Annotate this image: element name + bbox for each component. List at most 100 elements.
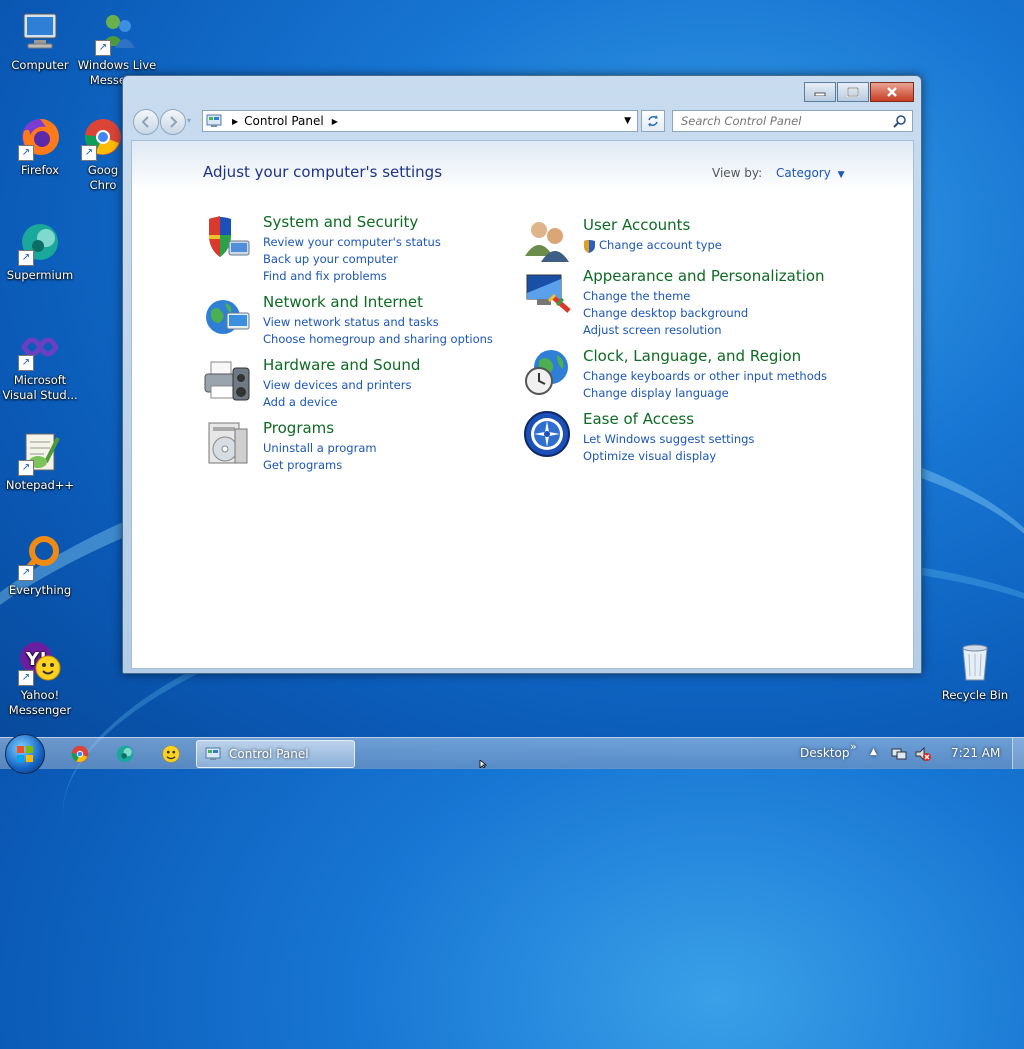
desktop-icon-label: Visual Stud... [2, 388, 78, 402]
desktop-icon-label: Computer [11, 58, 69, 72]
programs-disc-icon[interactable] [203, 419, 253, 469]
maximize-button[interactable] [837, 82, 869, 102]
category-links: View network status and tasks Choose hom… [263, 314, 493, 348]
desktop-icon-yahoo-messenger[interactable]: Y! ↗ Yahoo! Messenger [0, 638, 80, 718]
desktop-icon-label: Microsoft [13, 373, 67, 387]
forward-button[interactable] [160, 109, 186, 135]
close-button[interactable] [870, 82, 914, 102]
close-icon [887, 87, 897, 97]
link-devices-printers[interactable]: View devices and printers [263, 377, 411, 394]
yahoo-messenger-icon: Y! ↗ [16, 638, 64, 686]
everything-search-icon: ↗ [16, 533, 64, 581]
view-by-label: View by: [712, 166, 763, 180]
desktop-icon-notepad-plus-plus[interactable]: ↗ Notepad++ [0, 428, 80, 493]
taskbar-chrome-button[interactable] [69, 743, 91, 765]
link-optimize-display[interactable]: Optimize visual display [583, 448, 754, 465]
refresh-button[interactable] [641, 110, 665, 132]
desktop-icon-visual-studio[interactable]: ↗ Microsoft Visual Stud... [0, 323, 80, 403]
category-title[interactable]: Programs [263, 419, 334, 437]
restore-icon [847, 87, 859, 97]
link-desktop-background[interactable]: Change desktop background [583, 305, 748, 322]
shortcut-arrow-icon: ↗ [18, 145, 34, 161]
computer-icon [16, 8, 64, 56]
link-add-device[interactable]: Add a device [263, 394, 411, 411]
desktop-icon-label: Messenger [8, 703, 72, 717]
link-suggest-settings[interactable]: Let Windows suggest settings [583, 431, 754, 448]
link-backup[interactable]: Back up your computer [263, 251, 441, 268]
link-keyboards-input[interactable]: Change keyboards or other input methods [583, 368, 827, 385]
recent-pages-chevron-icon[interactable]: ▾ [187, 116, 191, 125]
desktop-icon-supermium[interactable]: ↗ Supermium [0, 218, 80, 283]
ease-of-access-icon[interactable] [523, 410, 573, 460]
toolbar-expand-chevron-icon[interactable]: » [850, 740, 857, 753]
category-title[interactable]: Ease of Access [583, 410, 694, 428]
category-title[interactable]: Clock, Language, and Region [583, 347, 801, 365]
link-screen-resolution[interactable]: Adjust screen resolution [583, 322, 748, 339]
link-display-language[interactable]: Change display language [583, 385, 827, 402]
category-title[interactable]: Network and Internet [263, 293, 423, 311]
show-desktop-button[interactable] [1012, 738, 1024, 769]
navigation-bar: ▾ ▶ Control Panel ▶ ▼ [131, 107, 913, 135]
search-box[interactable] [672, 110, 913, 132]
link-change-theme[interactable]: Change the theme [583, 288, 748, 305]
view-by: View by: Category ▼ [712, 166, 845, 180]
clock-globe-icon[interactable] [523, 347, 573, 397]
desktop-icon-label: Everything [8, 583, 72, 597]
supermium-icon: ↗ [16, 218, 64, 266]
taskbar: Control Panel Desktop » ▲ 7:21 AM [0, 734, 1024, 774]
link-network-status[interactable]: View network status and tasks [263, 314, 493, 331]
desktop-icon-everything[interactable]: ↗ Everything [0, 533, 80, 598]
category-title[interactable]: Hardware and Sound [263, 356, 420, 374]
start-button[interactable] [5, 734, 45, 774]
desktop-icon-label: Goog [87, 163, 119, 177]
category-title[interactable]: System and Security [263, 213, 418, 231]
control-panel-icon [205, 747, 221, 760]
breadcrumb-separator-icon[interactable]: ▶ [332, 117, 338, 126]
search-input[interactable] [679, 111, 888, 131]
recycle-bin-icon [951, 638, 999, 686]
desktop-icon-google-chrome[interactable]: ↗ Goog Chro [78, 113, 128, 193]
category-title[interactable]: User Accounts [583, 216, 690, 234]
link-review-status[interactable]: Review your computer's status [263, 234, 441, 251]
desktop-icon-label: Chro [89, 178, 117, 192]
back-button[interactable] [133, 109, 159, 135]
link-get-programs[interactable]: Get programs [263, 457, 377, 474]
chrome-icon [71, 745, 89, 763]
desktop-icon-computer[interactable]: Computer [0, 8, 80, 73]
network-globe-icon[interactable] [203, 293, 253, 343]
minimize-button[interactable] [804, 82, 836, 102]
taskbar-control-panel-button[interactable]: Control Panel [196, 740, 355, 768]
page-title: Adjust your computer's settings [203, 163, 443, 181]
volume-muted-icon[interactable] [915, 746, 931, 764]
address-bar[interactable]: ▶ Control Panel ▶ ▼ [202, 110, 638, 132]
users-icon[interactable] [523, 216, 573, 266]
visual-studio-icon: ↗ [16, 323, 64, 371]
link-homegroup-sharing[interactable]: Choose homegroup and sharing options [263, 331, 493, 348]
desktop-toolbar-label[interactable]: Desktop [800, 746, 850, 760]
personalization-icon[interactable] [523, 267, 573, 317]
desktop-icon-recycle-bin[interactable]: Recycle Bin [935, 638, 1015, 703]
view-by-dropdown[interactable]: Category [776, 166, 831, 180]
search-icon[interactable] [893, 114, 907, 128]
breadcrumb-control-panel[interactable]: Control Panel [244, 114, 324, 128]
shortcut-arrow-icon: ↗ [18, 250, 34, 266]
category-title[interactable]: Appearance and Personalization [583, 267, 825, 285]
shortcut-arrow-icon: ↗ [95, 40, 111, 56]
printer-icon[interactable] [203, 356, 253, 406]
link-find-fix-problems[interactable]: Find and fix problems [263, 268, 441, 285]
shield-icon[interactable] [203, 213, 253, 263]
uac-shield-icon [584, 239, 595, 253]
desktop-icon-firefox[interactable]: ↗ Firefox [0, 113, 80, 178]
category-links: Let Windows suggest settings Optimize vi… [583, 431, 754, 465]
show-hidden-icons-button[interactable]: ▲ [870, 747, 877, 757]
chevron-down-icon[interactable]: ▼ [838, 170, 845, 180]
network-icon[interactable] [891, 747, 907, 764]
firefox-icon: ↗ [16, 113, 64, 161]
address-dropdown-icon[interactable]: ▼ [624, 116, 631, 126]
taskbar-yahoo-messenger-button[interactable] [160, 743, 182, 765]
link-uninstall-program[interactable]: Uninstall a program [263, 440, 377, 457]
clock[interactable]: 7:21 AM [951, 746, 1000, 760]
link-change-account-type[interactable]: Change account type [583, 237, 722, 254]
breadcrumb-separator-icon[interactable]: ▶ [232, 117, 238, 126]
taskbar-supermium-button[interactable] [114, 743, 136, 765]
